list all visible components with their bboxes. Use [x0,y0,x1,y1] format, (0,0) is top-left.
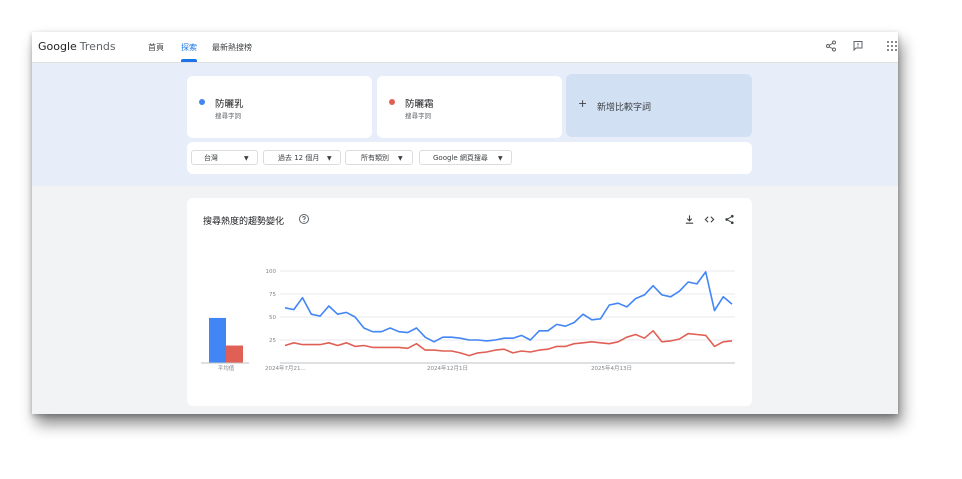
term-name: 防曬霜 [405,99,434,110]
x-tick-label: 2024年7月21... [265,364,306,372]
search-term-card-1[interactable]: 防曬乳 搜尋字詞 [187,76,372,138]
region-filter[interactable]: 台灣 ▼ [191,150,258,165]
term-name: 防曬乳 [215,99,244,110]
filter-bar: 台灣 ▼ 過去 12 個月 ▼ 所有類別 ▼ Google 網頁搜尋 ▼ [187,142,752,174]
dropdown-arrow-icon: ▼ [327,155,332,162]
average-label: 平均值 [218,364,235,372]
logo-google-text: Google [38,40,77,53]
add-comparison-label: 新增比較字詞 [597,103,652,113]
x-tick-label: 2025年4月13日 [591,364,632,372]
tab-explore[interactable]: 探索 [181,42,197,53]
average-bar [226,345,243,363]
search-type-filter[interactable]: Google 網頁搜尋 ▼ [419,150,512,165]
feedback-icon[interactable] [852,40,864,52]
term-color-dot [199,99,205,105]
category-filter[interactable]: 所有類別 ▼ [345,150,413,165]
term-color-dot [389,99,395,105]
series-line [284,330,733,357]
dropdown-arrow-icon: ▼ [244,155,249,162]
plus-icon: + [578,97,588,110]
filter-label: 過去 12 個月 [278,154,320,162]
series-line [284,271,733,343]
term-type: 搜尋字詞 [405,112,431,120]
time-range-filter[interactable]: 過去 12 個月 ▼ [263,150,341,165]
filter-label: Google 網頁搜尋 [433,154,488,162]
y-tick-label: 100 [266,269,277,275]
top-app-bar: Google Trends 首頁 探索 最新熱搜榜 [32,32,898,63]
add-comparison-button[interactable]: + 新增比較字詞 [566,74,752,137]
term-type: 搜尋字詞 [215,112,241,120]
google-trends-logo[interactable]: Google Trends [38,40,116,53]
interest-over-time-card: 搜尋熱度的趨勢變化 100 75 50 25 2024年7月21... 2024年12月1… [187,198,752,406]
apps-grid-icon[interactable] [886,40,898,52]
dropdown-arrow-icon: ▼ [498,155,503,162]
share-icon[interactable] [825,40,837,52]
browser-window: Google Trends 首頁 探索 最新熱搜榜 防曬乳 搜尋字詞 防曬霜 搜… [32,32,898,414]
trend-chart: 100 75 50 25 2024年7月21... 2024年12月1日 2025年4月13… [201,269,735,372]
y-tick-label: 75 [269,292,276,298]
filter-label: 所有類別 [361,154,389,162]
y-tick-label: 25 [269,338,276,344]
filter-label: 台灣 [204,154,218,162]
average-bar [209,317,226,363]
search-term-card-2[interactable]: 防曬霜 搜尋字詞 [377,76,562,138]
dropdown-arrow-icon: ▼ [398,155,403,162]
logo-trends-text: Trends [79,40,116,53]
x-tick-label: 2024年12月1日 [427,364,468,372]
tab-home[interactable]: 首頁 [148,42,164,53]
tab-trending-now[interactable]: 最新熱搜榜 [212,42,252,53]
y-tick-label: 50 [269,315,276,321]
active-tab-indicator [181,59,197,62]
